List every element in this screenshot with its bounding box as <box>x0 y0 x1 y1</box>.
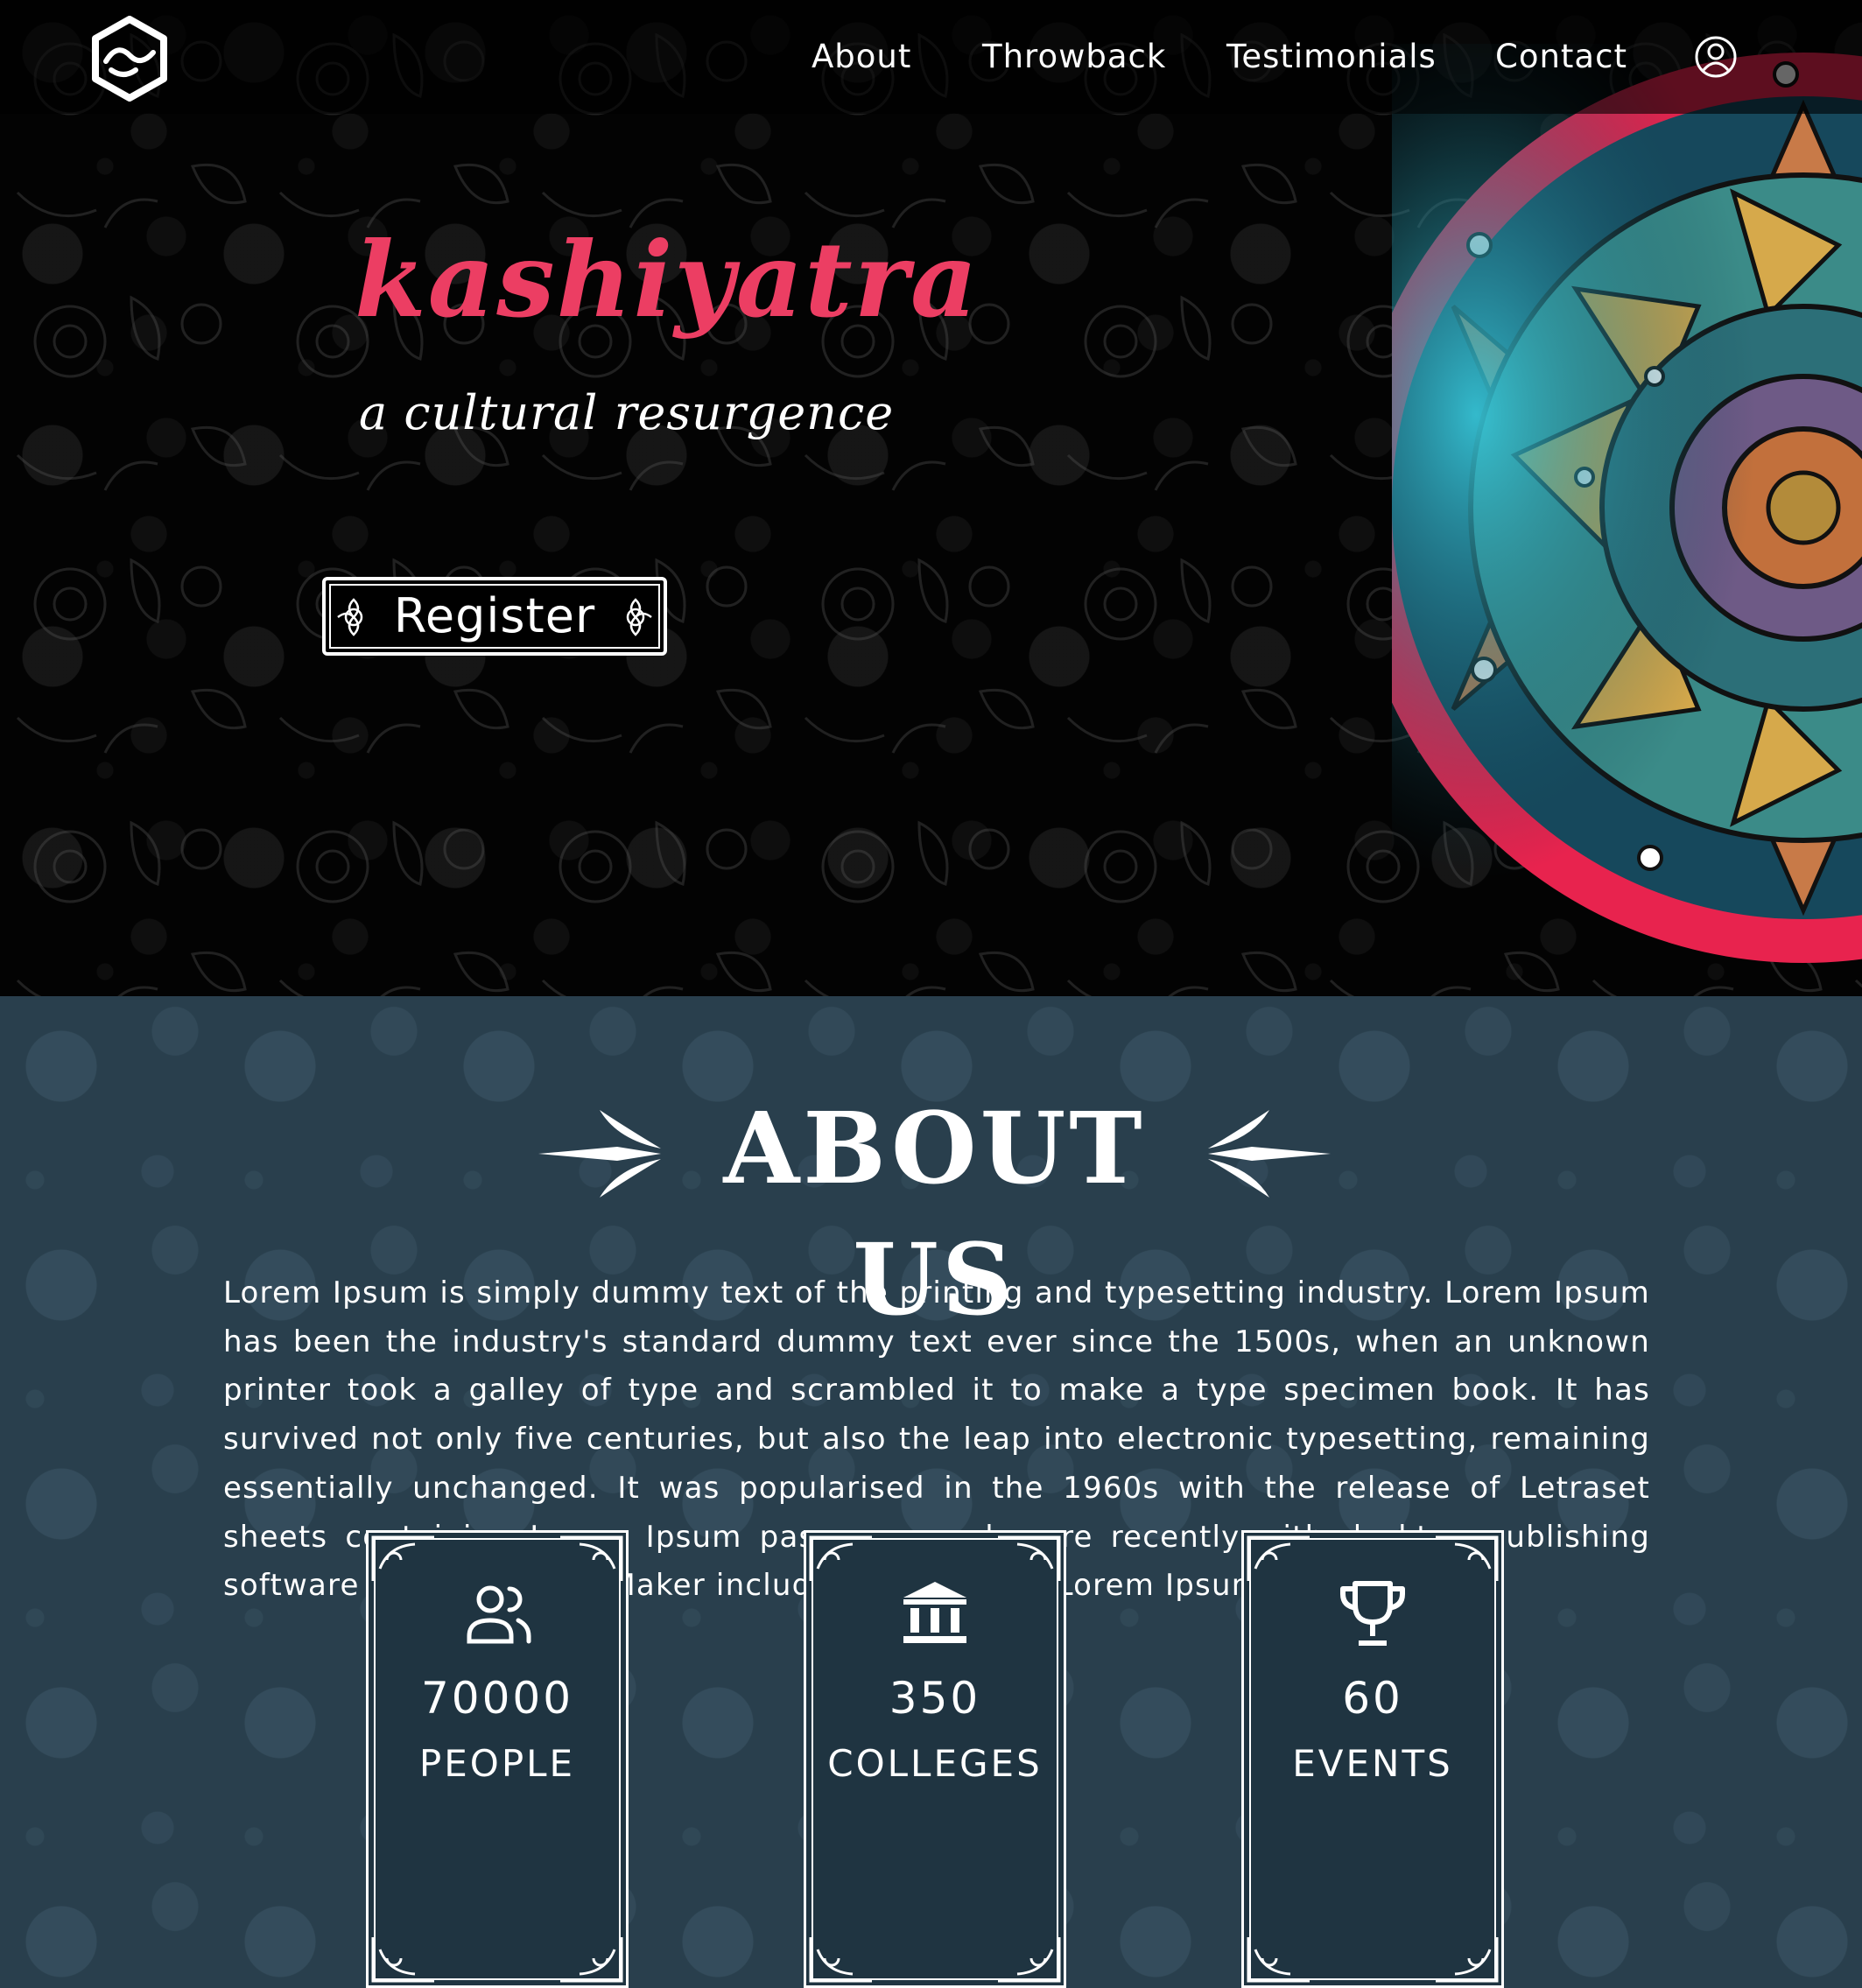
flourish-left-icon <box>538 1110 661 1198</box>
people-icon <box>467 1585 531 1644</box>
register-button[interactable]: Register <box>322 577 667 656</box>
hexagon-wave-logo-icon[interactable] <box>90 16 169 102</box>
stat-number: 350 <box>889 1673 981 1724</box>
hero-section: About Throwback Testimonials Contact kas… <box>0 0 1862 996</box>
nav-link-testimonials[interactable]: Testimonials <box>1226 33 1437 81</box>
stat-label: PEOPLE <box>418 1742 576 1785</box>
top-navbar: About Throwback Testimonials Contact <box>0 0 1862 114</box>
corner-ornament-icon <box>1436 1535 1499 1581</box>
register-label: Register <box>393 588 596 643</box>
ornament-right-icon <box>626 598 652 636</box>
user-circle-icon[interactable] <box>1694 35 1738 79</box>
college-building-icon <box>903 1582 966 1643</box>
stat-label: COLLEGES <box>827 1742 1043 1785</box>
about-heading: ABOUT US <box>723 1092 1146 1338</box>
stat-number: 70000 <box>420 1673 574 1724</box>
corner-ornament-icon <box>371 1937 434 1983</box>
stat-card-colleges: 350 COLLEGES <box>804 1530 1066 1988</box>
corner-ornament-icon <box>1436 1937 1499 1983</box>
stat-number: 60 <box>1342 1673 1403 1724</box>
corner-ornament-icon <box>560 1535 623 1581</box>
corner-ornament-icon <box>371 1535 434 1581</box>
stat-label: EVENTS <box>1292 1742 1453 1785</box>
corner-ornament-icon <box>560 1937 623 1983</box>
trophy-icon <box>1340 1581 1405 1646</box>
corner-ornament-icon <box>998 1535 1061 1581</box>
about-heading-block: ABOUT US <box>538 1084 1331 1338</box>
hero-subtitle: a cultural resurgence <box>359 385 895 440</box>
corner-ornament-icon <box>809 1937 872 1983</box>
mandala-illustration <box>1392 44 1862 972</box>
corner-ornament-icon <box>1247 1937 1310 1983</box>
nav-link-throwback[interactable]: Throwback <box>982 33 1166 81</box>
corner-ornament-icon <box>998 1937 1061 1983</box>
nav-link-about[interactable]: About <box>812 33 911 81</box>
stat-card-people: 70000 PEOPLE <box>366 1530 629 1988</box>
flourish-right-icon <box>1208 1110 1331 1198</box>
nav-link-contact[interactable]: Contact <box>1495 33 1627 81</box>
corner-ornament-icon <box>1247 1535 1310 1581</box>
stat-card-events: 60 EVENTS <box>1241 1530 1504 1988</box>
corner-ornament-icon <box>809 1535 872 1581</box>
hero-title: kashiyatra <box>355 219 980 341</box>
